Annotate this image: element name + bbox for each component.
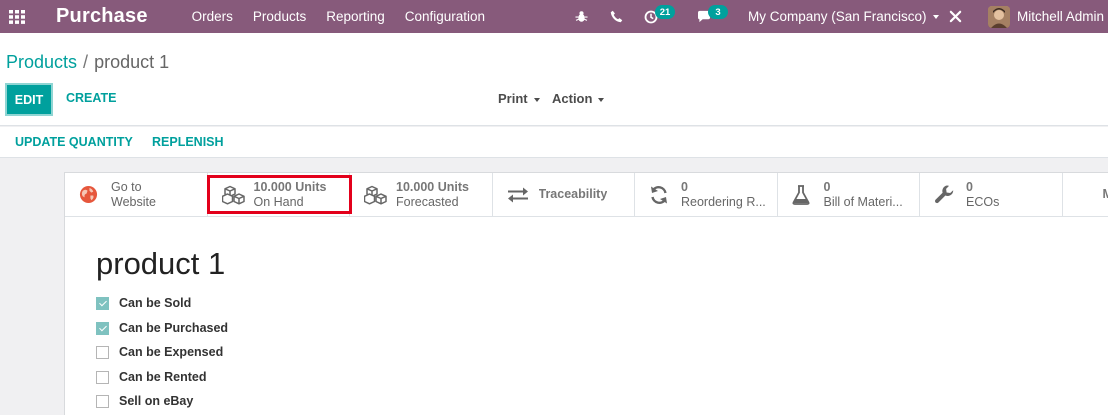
- smart-button-box: Go to Website 10.000 Units On Hand 10.00…: [65, 173, 1108, 217]
- menu-configuration[interactable]: Configuration: [405, 9, 485, 24]
- reordering-rules-count: 0: [681, 179, 688, 194]
- menu-products[interactable]: Products: [253, 9, 306, 24]
- breadcrumb-separator: /: [83, 52, 89, 72]
- close-tools-icon[interactable]: [949, 0, 962, 33]
- wrench-icon: [934, 184, 966, 205]
- form-sheet: Go to Website 10.000 Units On Hand 10.00…: [64, 172, 1108, 415]
- globe-icon: [79, 185, 111, 204]
- bug-icon[interactable]: [575, 0, 588, 33]
- company-name: My Company (San Francisco): [748, 9, 927, 24]
- sell-on-ebay-label[interactable]: Sell on eBay: [119, 394, 193, 408]
- user-name: Mitchell Admin: [1017, 9, 1105, 24]
- refresh-icon: [649, 185, 681, 205]
- app-title[interactable]: Purchase: [56, 5, 148, 28]
- breadcrumb: Products / product 1: [6, 52, 169, 73]
- can-be-rented-checkbox[interactable]: [96, 370, 109, 384]
- reordering-rules-label: Reordering R...: [681, 194, 766, 209]
- ecos-smart-button[interactable]: 0 ECOs: [920, 173, 1063, 216]
- action-dropdown[interactable]: Action: [552, 91, 605, 106]
- forecasted-smart-button[interactable]: 10.000 Units Forecasted: [350, 173, 493, 216]
- more-smart-button[interactable]: M: [1063, 173, 1108, 216]
- ecos-label: ECOs: [966, 194, 1000, 209]
- can-be-expensed-checkbox[interactable]: [96, 345, 109, 359]
- website-button-line2: Website: [111, 194, 156, 209]
- action-label: Action: [552, 91, 593, 106]
- can-be-purchased-label[interactable]: Can be Purchased: [119, 321, 228, 335]
- website-smart-button[interactable]: Go to Website: [65, 173, 208, 216]
- reordering-rules-smart-button[interactable]: 0 Reordering R...: [635, 173, 778, 216]
- sell-on-ebay-option: Sell on eBay: [96, 394, 193, 408]
- website-button-line1: Go to: [111, 179, 142, 194]
- on-hand-value: 10.000 Units: [253, 179, 327, 194]
- arrows-exchange-icon: [507, 187, 539, 203]
- can-be-expensed-label[interactable]: Can be Expensed: [119, 345, 223, 359]
- bom-label: Bill of Materi...: [823, 194, 903, 209]
- more-label: M: [1102, 187, 1108, 201]
- apps-grid-icon[interactable]: [0, 0, 34, 33]
- cubes-icon: [364, 185, 396, 205]
- can-be-sold-option: Can be Sold: [96, 296, 191, 310]
- ecos-count: 0: [966, 179, 973, 194]
- form-statusbar: UPDATE QUANTITY REPLENISH: [0, 127, 1108, 158]
- flask-icon: [791, 184, 824, 205]
- create-button[interactable]: CREATE: [66, 91, 116, 105]
- company-switcher[interactable]: My Company (San Francisco): [748, 0, 939, 33]
- bom-count: 0: [823, 179, 831, 194]
- can-be-rented-option: Can be Rented: [96, 370, 207, 384]
- can-be-sold-checkbox[interactable]: [96, 296, 109, 310]
- sell-on-ebay-checkbox[interactable]: [96, 394, 109, 408]
- caret-down-icon: [598, 97, 605, 102]
- product-name[interactable]: product 1: [96, 246, 225, 282]
- cubes-icon: [221, 185, 254, 205]
- traceability-smart-button[interactable]: Traceability: [493, 173, 635, 216]
- traceability-label: Traceability: [538, 187, 608, 201]
- can-be-expensed-option: Can be Expensed: [96, 345, 223, 359]
- print-label: Print: [498, 91, 528, 106]
- control-panel: Products / product 1 EDIT CREATE Print Act…: [0, 33, 1108, 126]
- can-be-sold-label[interactable]: Can be Sold: [119, 296, 191, 310]
- edit-button[interactable]: EDIT: [5, 83, 53, 116]
- update-quantity-button[interactable]: UPDATE QUANTITY: [15, 135, 133, 149]
- activity-count-badge: 21: [655, 5, 675, 19]
- top-navbar: Purchase Orders Products Reporting Confi…: [0, 0, 1108, 33]
- forecasted-value: 10.000 Units: [396, 179, 469, 194]
- message-count-badge: 3: [708, 5, 728, 19]
- can-be-rented-label[interactable]: Can be Rented: [119, 370, 207, 384]
- forecasted-label: Forecasted: [396, 194, 459, 209]
- on-hand-label: On Hand: [253, 194, 304, 209]
- bill-of-materials-smart-button[interactable]: 0 Bill of Materi...: [778, 173, 920, 216]
- user-menu[interactable]: Mitchell Admin: [988, 0, 1104, 33]
- can-be-purchased-option: Can be Purchased: [96, 321, 228, 335]
- print-dropdown[interactable]: Print: [498, 91, 540, 106]
- phone-icon[interactable]: [610, 0, 623, 33]
- breadcrumb-current: product 1: [94, 52, 170, 72]
- breadcrumb-products-link[interactable]: Products: [6, 52, 77, 72]
- can-be-purchased-checkbox[interactable]: [96, 321, 109, 335]
- caret-down-icon: [533, 97, 540, 102]
- caret-down-icon: [932, 14, 939, 19]
- on-hand-smart-button[interactable]: 10.000 Units On Hand: [208, 173, 350, 216]
- menu-orders[interactable]: Orders: [192, 9, 233, 24]
- user-avatar: [988, 5, 1010, 28]
- menu-reporting[interactable]: Reporting: [326, 9, 385, 24]
- replenish-button[interactable]: REPLENISH: [152, 135, 224, 149]
